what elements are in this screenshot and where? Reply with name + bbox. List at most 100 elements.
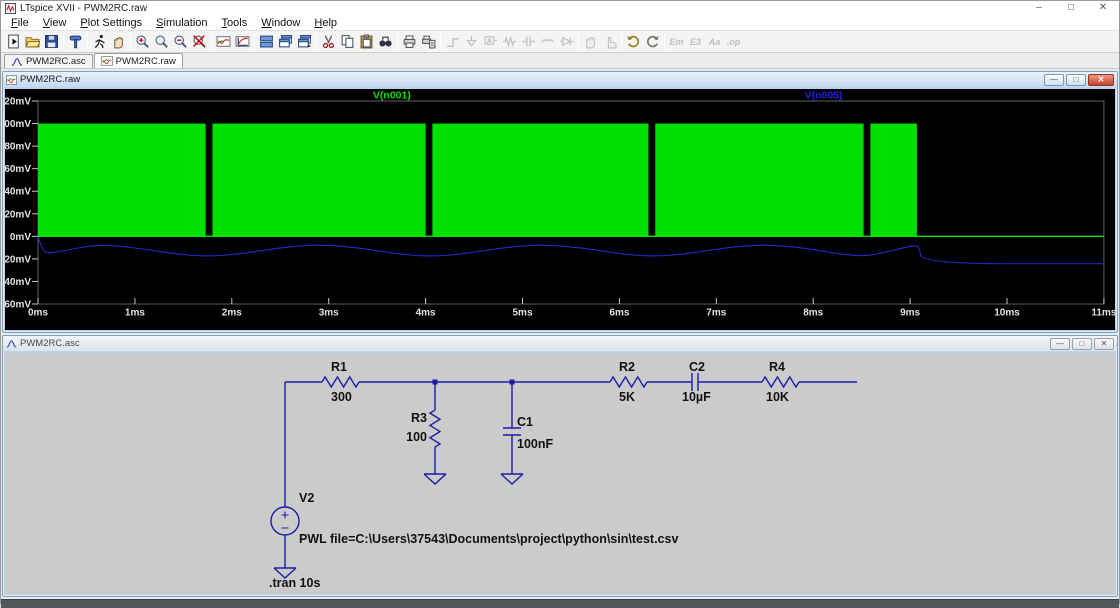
waveform-plot-area[interactable]: 120mV100mV80mV60mV40mV20mV0mV-20mV-40mV-…	[5, 89, 1115, 330]
waveform-restore-button[interactable]: □	[1066, 74, 1086, 86]
component-R3	[430, 410, 440, 447]
pwm-trace-block	[212, 124, 425, 237]
ground-icon[interactable]	[462, 32, 481, 52]
toolbar: EmE3Aa.op	[1, 30, 1119, 53]
schematic-window: PWM2RC.asc — □ ✕ R1300R25KC210µFR410KR31…	[2, 335, 1118, 597]
x-tick-label: 9ms	[900, 308, 920, 319]
schematic-label: 100nF	[517, 437, 553, 451]
schematic-label: C1	[517, 415, 533, 429]
tab-pwm2rc.asc[interactable]: PWM2RC.asc	[4, 54, 93, 68]
x-tick-label: 1ms	[125, 308, 145, 319]
toolbar-separator	[664, 33, 665, 50]
menu-view[interactable]: View	[36, 17, 74, 29]
y-tick-label: -40mV	[5, 277, 31, 288]
legend-V(n005)[interactable]: V(n005)	[805, 90, 843, 102]
redo-icon[interactable]	[643, 32, 662, 52]
undo-icon[interactable]	[624, 32, 643, 52]
open-icon[interactable]	[23, 32, 42, 52]
schematic-window-titlebar[interactable]: PWM2RC.asc — □ ✕	[3, 336, 1117, 351]
legend-V(n001)[interactable]: V(n001)	[373, 90, 411, 102]
toolbar-separator	[130, 33, 131, 50]
menu-window[interactable]: Window	[254, 17, 307, 29]
x-tick-label: 6ms	[609, 308, 629, 319]
menu-help[interactable]: Help	[307, 17, 344, 29]
rotate-icon[interactable]: E3	[686, 32, 705, 52]
diode-icon[interactable]	[557, 32, 576, 52]
zoom-back-icon[interactable]	[152, 32, 171, 52]
print-icon[interactable]	[400, 32, 419, 52]
spice-directive-icon[interactable]: .op	[724, 32, 743, 52]
waveform-window: PWM2RC.raw — □ ✕ 120mV100mV80mV60mV40mV2…	[2, 71, 1118, 333]
pwm-trace-block	[655, 124, 863, 237]
close-button[interactable]: ✕	[1087, 1, 1119, 16]
net-label-icon[interactable]	[481, 32, 500, 52]
move-icon[interactable]	[581, 32, 600, 52]
schematic-window-controls: — □ ✕	[1050, 338, 1114, 350]
x-tick-label: 2ms	[222, 308, 242, 319]
menu-tools[interactable]: Tools	[215, 17, 255, 29]
schematic-maximize-button[interactable]: □	[1072, 338, 1092, 350]
cut-icon[interactable]	[319, 32, 338, 52]
control-panel-icon[interactable]	[66, 32, 85, 52]
schematic-label: 10K	[766, 390, 789, 404]
zoom-extents-icon[interactable]	[190, 32, 209, 52]
menu-bar: FileViewPlot SettingsSimulationToolsWind…	[1, 16, 1119, 30]
minimize-button[interactable]: –	[1023, 1, 1055, 16]
capacitor-icon[interactable]	[519, 32, 538, 52]
tab-bar: PWM2RC.ascPWM2RC.raw	[1, 53, 1119, 69]
wire-icon[interactable]	[443, 32, 462, 52]
y-tick-label: 120mV	[5, 97, 31, 108]
x-tick-label: 4ms	[416, 308, 436, 319]
zoom-in-icon[interactable]	[133, 32, 152, 52]
menu-simulation[interactable]: Simulation	[149, 17, 214, 29]
print-preview-icon[interactable]	[419, 32, 438, 52]
resistor-icon[interactable]	[500, 32, 519, 52]
text-icon[interactable]: Aa	[705, 32, 724, 52]
schematic-minimize-button[interactable]: —	[1050, 338, 1070, 350]
x-tick-label: 7ms	[706, 308, 726, 319]
zoom-out-icon[interactable]	[171, 32, 190, 52]
paste-icon[interactable]	[357, 32, 376, 52]
component-R4	[762, 377, 799, 387]
autorange-y-icon[interactable]	[214, 32, 233, 52]
schematic-canvas[interactable]: R1300R25KC210µFR410KR3100C1100nFV2PWL fi…	[5, 353, 1115, 594]
waveform-window-titlebar[interactable]: PWM2RC.raw — □ ✕	[3, 72, 1117, 87]
menu-plot-settings[interactable]: Plot Settings	[73, 17, 149, 29]
toolbar-separator	[578, 33, 579, 50]
component-R1	[322, 377, 359, 387]
x-tick-label: 5ms	[512, 308, 532, 319]
run-man-icon[interactable]	[90, 32, 109, 52]
plot-settings-icon[interactable]	[233, 32, 252, 52]
tab-pwm2rc.raw[interactable]: PWM2RC.raw	[94, 53, 183, 68]
toolbar-separator	[87, 33, 88, 50]
overlap-windows-icon[interactable]	[295, 32, 314, 52]
inductor-icon[interactable]	[538, 32, 557, 52]
run-icon[interactable]	[4, 32, 23, 52]
schematic-close-button[interactable]: ✕	[1094, 338, 1114, 350]
schematic-label: .tran 10s	[269, 576, 320, 590]
find-icon[interactable]	[376, 32, 395, 52]
schematic-label: 300	[331, 390, 352, 404]
cascade-windows-icon[interactable]	[276, 32, 295, 52]
menu-file[interactable]: File	[4, 17, 36, 29]
y-tick-label: -20mV	[5, 254, 31, 265]
y-tick-label: 20mV	[5, 209, 31, 220]
mirror-icon[interactable]: Em	[667, 32, 686, 52]
schematic-label: C2	[689, 360, 705, 374]
halt-icon[interactable]	[109, 32, 128, 52]
copy-icon[interactable]	[338, 32, 357, 52]
schematic-label: R1	[331, 360, 347, 374]
schematic-label: R3	[411, 411, 427, 425]
maximize-button[interactable]: □	[1055, 1, 1087, 16]
tile-windows-icon[interactable]	[257, 32, 276, 52]
ground-symbol	[424, 474, 446, 484]
toolbar-separator	[316, 33, 317, 50]
waveform-minimize-button[interactable]: —	[1044, 74, 1064, 86]
y-tick-label: 80mV	[5, 142, 31, 153]
drag-icon[interactable]	[600, 32, 619, 52]
mdi-area: PWM2RC.raw — □ ✕ 120mV100mV80mV60mV40mV2…	[1, 69, 1119, 599]
schematic-label: R4	[769, 360, 785, 374]
waveform-close-button[interactable]: ✕	[1088, 74, 1114, 86]
x-tick-label: 10ms	[994, 308, 1020, 319]
save-icon[interactable]	[42, 32, 61, 52]
